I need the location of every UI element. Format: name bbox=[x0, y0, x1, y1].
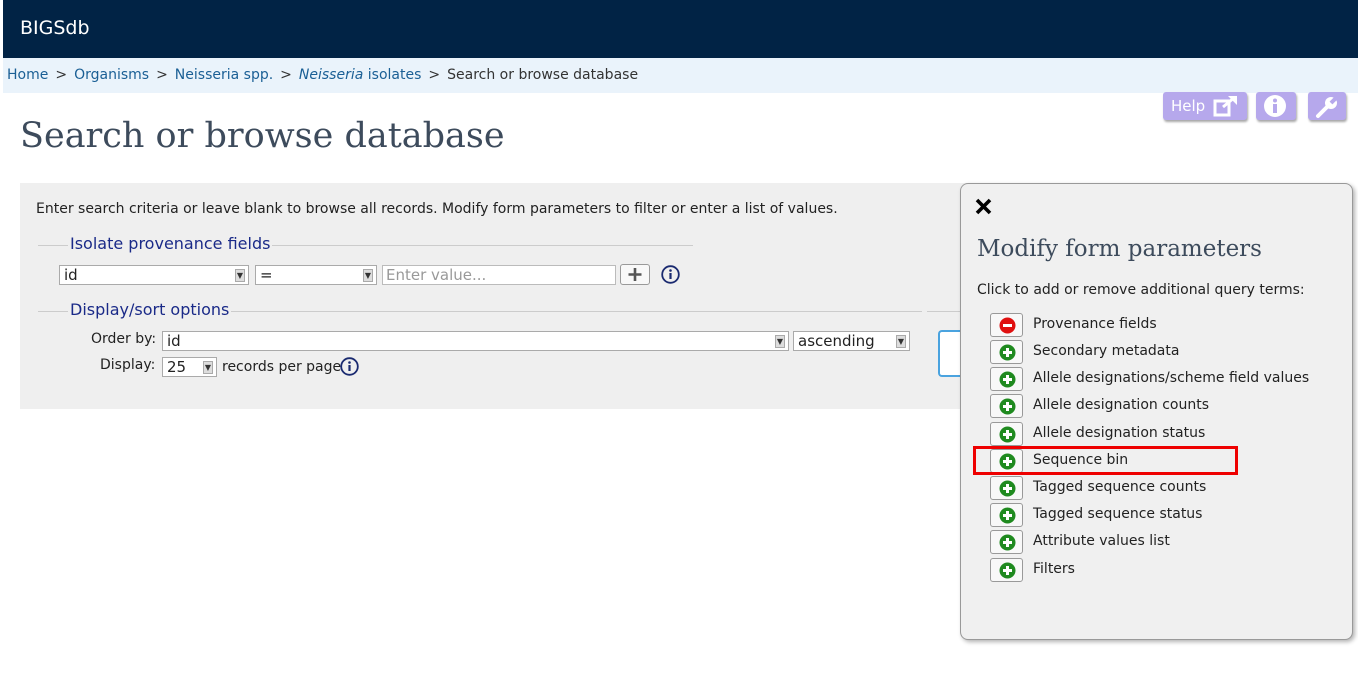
operator-select-value: = bbox=[260, 266, 273, 284]
breadcrumb-separator: > bbox=[280, 67, 292, 83]
add-row-button[interactable] bbox=[620, 264, 650, 285]
sort-direction-select[interactable]: ascending ▼ bbox=[793, 331, 910, 351]
breadcrumb-genus-italic: Neisseria bbox=[298, 67, 364, 83]
param-label: Allele designation counts bbox=[1033, 397, 1210, 413]
param-label: Provenance fields bbox=[1033, 316, 1157, 332]
order-by-select-value: id bbox=[167, 332, 181, 350]
breadcrumb-current: Search or browse database bbox=[447, 67, 639, 83]
remove-provenance-fields-button[interactable] bbox=[990, 313, 1023, 337]
page-title: Search or browse database bbox=[20, 116, 505, 156]
external-link-icon bbox=[1213, 95, 1237, 117]
provenance-legend: Isolate provenance fields bbox=[68, 234, 273, 253]
add-tagged-sequence-counts-button[interactable] bbox=[990, 476, 1023, 500]
add-secondary-metadata-button[interactable] bbox=[990, 340, 1023, 364]
breadcrumb-neisseria-isolates[interactable]: Neisseria isolates bbox=[299, 67, 421, 83]
chevron-down-icon: ▼ bbox=[203, 361, 213, 374]
plus-circle-icon bbox=[999, 534, 1016, 551]
param-row-provenance-fields: Provenance fields bbox=[990, 313, 1330, 337]
sort-direction-value: ascending bbox=[798, 332, 875, 350]
help-label: Help bbox=[1171, 97, 1206, 115]
help-button[interactable]: Help bbox=[1163, 92, 1247, 120]
param-row-tagged-sequence-status: Tagged sequence status bbox=[990, 503, 1330, 527]
plus-icon bbox=[628, 268, 642, 281]
breadcrumb-isolates-text: isolates bbox=[363, 67, 422, 83]
display-label: Display: bbox=[100, 357, 156, 373]
modify-panel-title: Modify form parameters bbox=[977, 236, 1262, 262]
field-select[interactable]: id ▼ bbox=[59, 265, 249, 285]
highlight-annotation bbox=[973, 446, 1238, 475]
minus-circle-icon bbox=[999, 317, 1016, 334]
breadcrumb-separator: > bbox=[428, 67, 441, 83]
query-panel: Enter search criteria or leave blank to … bbox=[20, 183, 1000, 409]
modify-panel-subtitle: Click to add or remove additional query … bbox=[977, 282, 1305, 298]
param-row-secondary-metadata: Secondary metadata bbox=[990, 340, 1330, 364]
param-row-tagged-sequence-counts: Tagged sequence counts bbox=[990, 476, 1330, 500]
order-by-label: Order by: bbox=[91, 331, 157, 347]
display-sort-legend: Display/sort options bbox=[68, 300, 232, 319]
param-label: Allele designations/scheme field values bbox=[1033, 370, 1310, 386]
order-by-select[interactable]: id ▼ bbox=[162, 331, 789, 351]
param-row-allele-designations: Allele designations/scheme field values bbox=[990, 367, 1330, 391]
wrench-icon bbox=[1316, 95, 1339, 118]
app-title[interactable]: BIGSdb bbox=[20, 17, 90, 39]
add-attribute-values-list-button[interactable] bbox=[990, 530, 1023, 554]
add-allele-designation-status-button[interactable] bbox=[990, 422, 1023, 446]
param-label: Filters bbox=[1033, 561, 1075, 577]
breadcrumb-separator: > bbox=[55, 67, 68, 83]
records-per-page-label: records per page bbox=[222, 359, 342, 375]
add-tagged-sequence-status-button[interactable] bbox=[990, 503, 1023, 527]
add-allele-designations-button[interactable] bbox=[990, 367, 1023, 391]
plus-circle-icon bbox=[999, 426, 1016, 443]
param-label: Allele designation status bbox=[1033, 425, 1206, 441]
plus-circle-icon bbox=[999, 480, 1016, 497]
instructions: Enter search criteria or leave blank to … bbox=[36, 201, 838, 217]
chevron-down-icon: ▼ bbox=[896, 335, 906, 348]
plus-circle-icon bbox=[999, 344, 1016, 361]
param-row-allele-designation-status: Allele designation status bbox=[990, 422, 1330, 446]
value-input[interactable] bbox=[383, 266, 615, 284]
top-bar: BIGSdb bbox=[3, 0, 1358, 58]
param-row-allele-designation-counts: Allele designation counts bbox=[990, 394, 1330, 418]
close-icon[interactable] bbox=[975, 198, 992, 215]
operator-select[interactable]: = ▼ bbox=[255, 265, 377, 285]
param-label: Tagged sequence counts bbox=[1033, 479, 1207, 495]
info-circle-icon[interactable] bbox=[340, 357, 359, 376]
field-select-value: id bbox=[64, 266, 78, 284]
param-row-filters: Filters bbox=[990, 558, 1330, 582]
value-input-wrapper bbox=[382, 265, 616, 285]
chevron-down-icon: ▼ bbox=[775, 335, 785, 348]
info-button[interactable] bbox=[1256, 92, 1296, 120]
breadcrumb-organisms[interactable]: Organisms bbox=[74, 67, 149, 83]
param-label: Secondary metadata bbox=[1033, 343, 1180, 359]
plus-circle-icon bbox=[999, 371, 1016, 388]
info-circle-icon[interactable] bbox=[661, 265, 680, 284]
param-label: Attribute values list bbox=[1033, 533, 1170, 549]
chevron-down-icon: ▼ bbox=[363, 269, 373, 282]
plus-circle-icon bbox=[999, 562, 1016, 579]
param-row-attribute-values-list: Attribute values list bbox=[990, 530, 1330, 554]
plus-circle-icon bbox=[999, 507, 1016, 524]
breadcrumb: Home > Organisms > Neisseria spp. > Neisseria … bbox=[3, 58, 1358, 93]
modify-form-panel: Modify form parameters Click to add or r… bbox=[960, 183, 1353, 640]
breadcrumb-neisseria-spp[interactable]: Neisseria spp. bbox=[175, 67, 273, 83]
records-per-page-value: 25 bbox=[167, 358, 187, 376]
plus-circle-icon bbox=[999, 398, 1016, 415]
add-allele-designation-counts-button[interactable] bbox=[990, 394, 1023, 418]
wrench-button[interactable] bbox=[1308, 92, 1346, 120]
records-per-page-select[interactable]: 25 ▼ bbox=[162, 357, 217, 377]
breadcrumb-separator: > bbox=[156, 67, 168, 83]
param-label: Tagged sequence status bbox=[1033, 506, 1203, 522]
add-filters-button[interactable] bbox=[990, 558, 1023, 582]
breadcrumb-home[interactable]: Home bbox=[7, 67, 48, 83]
chevron-down-icon: ▼ bbox=[235, 269, 245, 282]
info-icon bbox=[1264, 95, 1286, 117]
